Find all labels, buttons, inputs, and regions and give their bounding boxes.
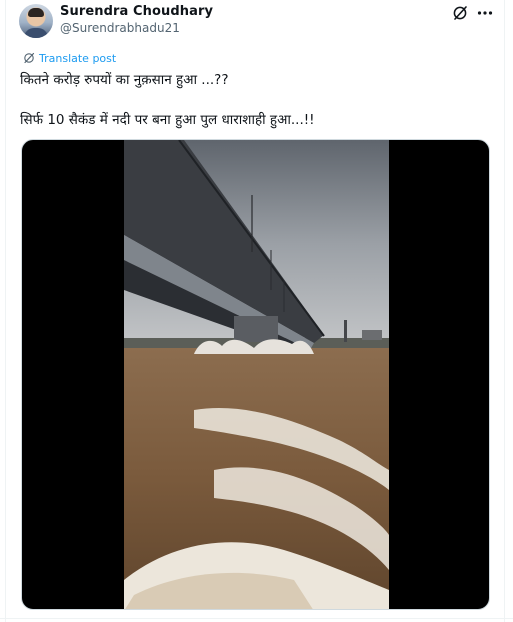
translate-post-link[interactable]: Translate post (23, 51, 116, 65)
spire (344, 320, 347, 342)
post-text-line-2: सिर्फ 10 सैकंड में नदी पर बना हुआ पुल धा… (20, 112, 315, 128)
post-media[interactable] (21, 139, 490, 610)
author-name[interactable]: Surendra Choudhary (60, 4, 213, 19)
avatar-shirt (24, 28, 48, 38)
translate-icon (24, 52, 35, 64)
more-icon[interactable] (476, 4, 494, 22)
post-text-line-1: कितने करोड़ रुपयों का नुक़सान हुआ ...?? (20, 72, 229, 88)
avatar-hair (28, 8, 44, 17)
bottom-divider (0, 618, 513, 619)
bridge-pier (234, 316, 278, 342)
avatar[interactable] (19, 4, 53, 38)
grok-icon[interactable] (452, 5, 468, 21)
video-frame[interactable] (124, 140, 389, 610)
translate-post-label: Translate post (39, 51, 117, 65)
far-building (362, 330, 382, 340)
author-handle[interactable]: @Surendrabhadu21 (60, 21, 180, 35)
